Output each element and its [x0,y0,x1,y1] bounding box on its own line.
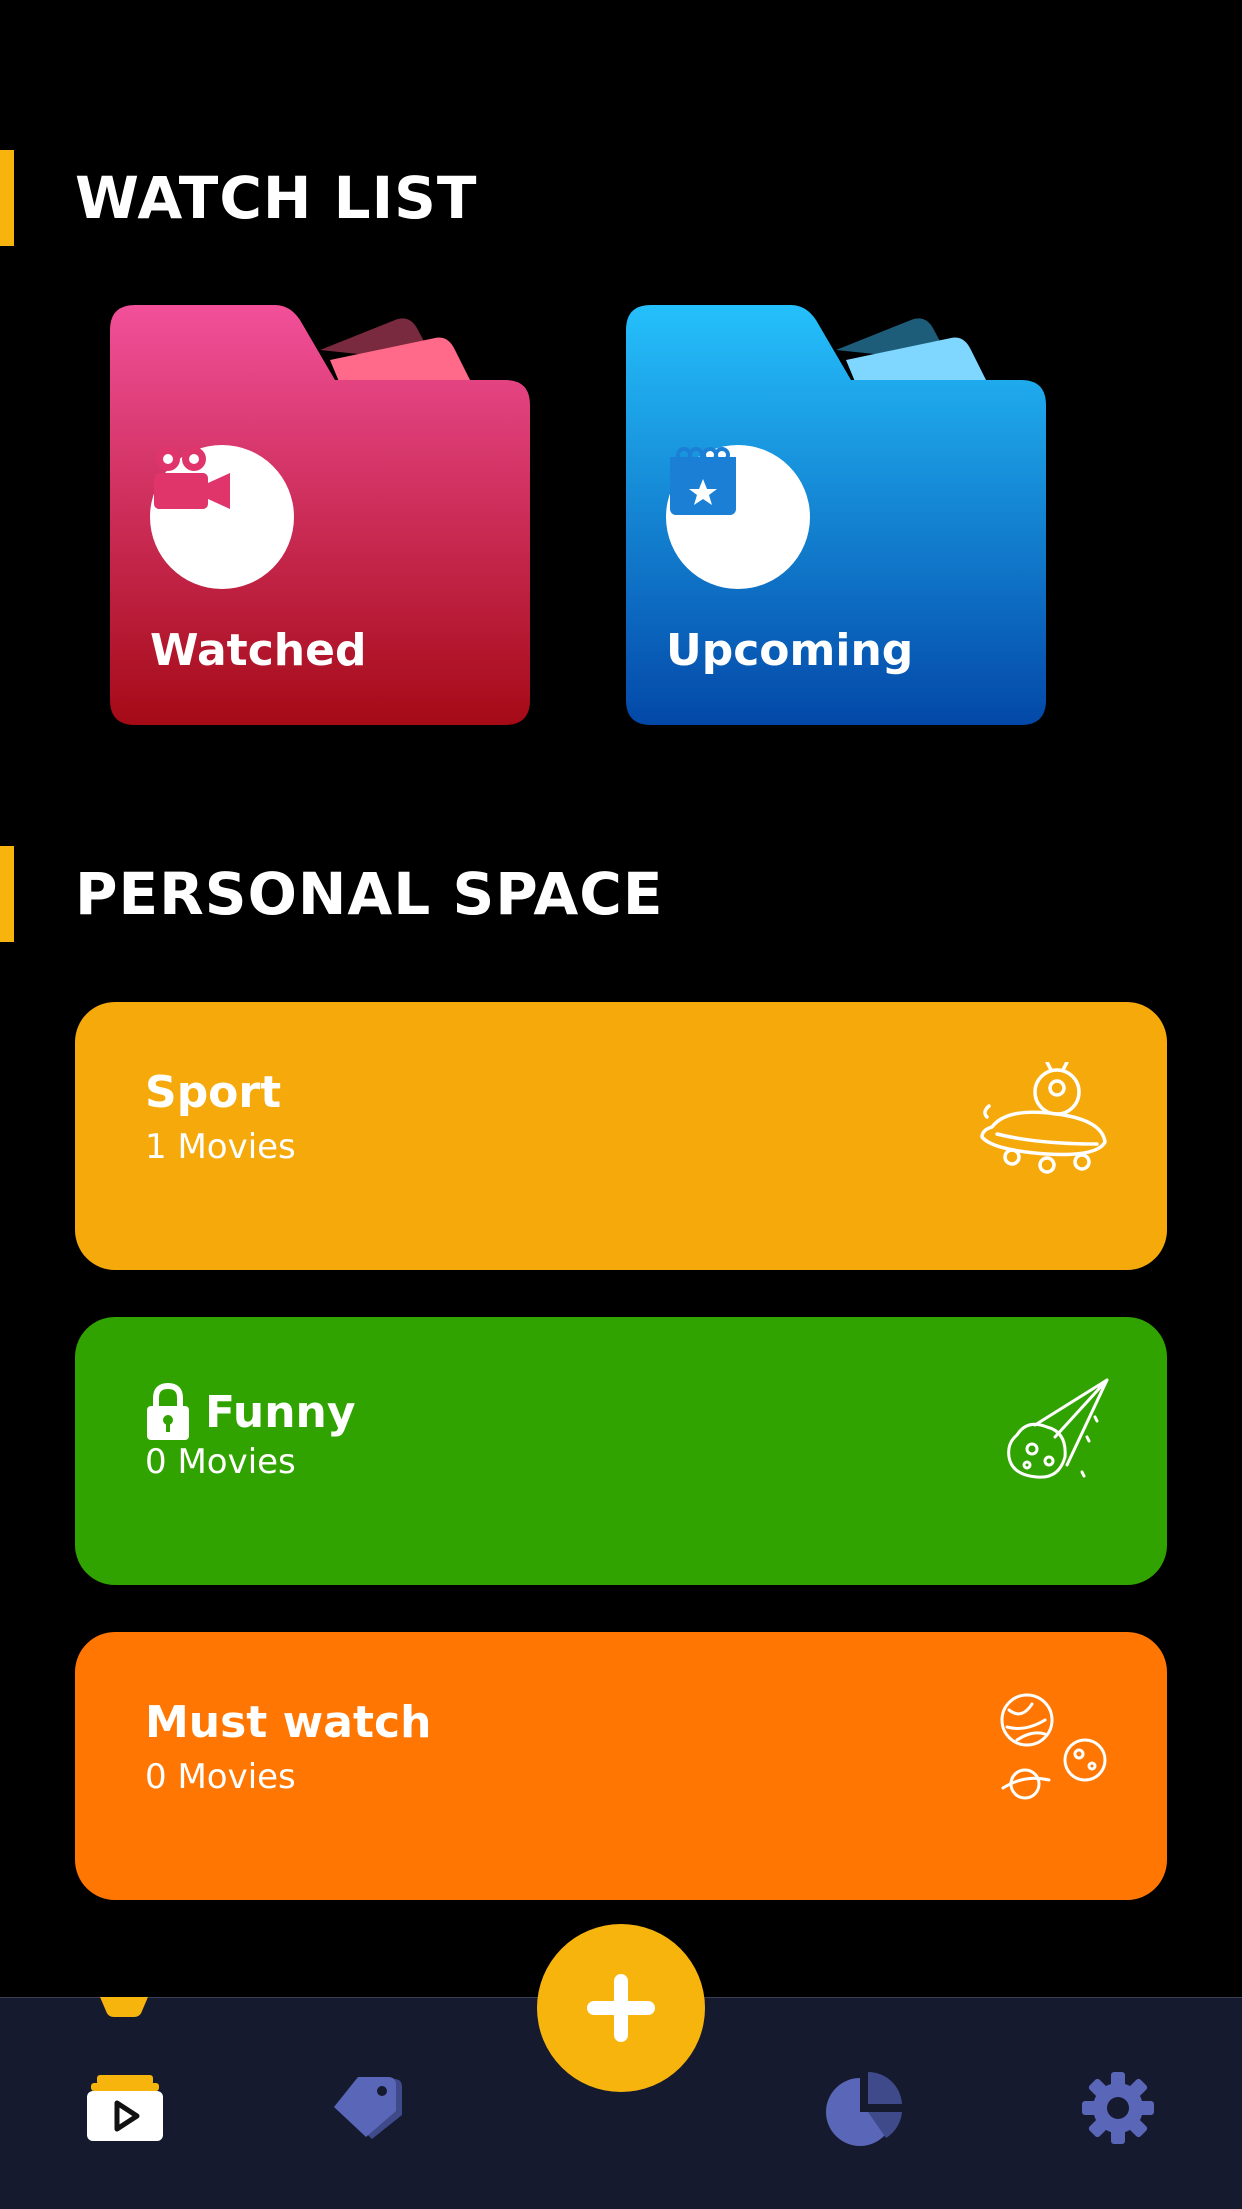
tab-stats[interactable] [826,2068,906,2148]
folder-label: Watched [150,625,367,676]
card-count: 1 Movies [145,1127,296,1167]
folder-label: Upcoming [666,625,914,676]
watched-folder[interactable]: Watched [105,300,535,730]
card-title: Must watch [145,1697,432,1748]
card-title: Sport [145,1067,282,1118]
tags-tab-icon [334,2077,402,2139]
ufo-icon [980,1062,1107,1174]
upcoming-folder[interactable]: Upcoming [621,300,1051,730]
card-count: 0 Movies [145,1757,296,1797]
personal-space-title: PERSONAL SPACE [75,860,664,928]
section-accent-bar [0,150,14,246]
plus-icon [587,1974,655,2042]
card-count: 0 Movies [145,1442,296,1482]
add-button[interactable] [537,1924,705,2092]
meteor-icon [1007,1378,1109,1479]
stats-tab-icon [826,2072,902,2146]
category-card-sport[interactable]: Sport 1 Movies [75,1002,1167,1270]
settings-tab-icon [1082,2072,1154,2144]
section-accent-bar [0,846,14,942]
calendar-star-icon [666,445,810,589]
tab-settings[interactable] [1078,2068,1158,2148]
watch-list-title: WATCH LIST [75,164,478,232]
active-tab-indicator [100,1997,148,2017]
card-title: Funny [205,1386,356,1438]
planets-icon [1000,1693,1107,1800]
lock-icon [147,1382,189,1440]
category-card-must-watch[interactable]: Must watch 0 Movies [75,1632,1167,1900]
video-camera-icon [150,445,294,589]
movies-tab-icon [87,2075,163,2141]
tab-tags[interactable] [330,2068,410,2148]
category-card-funny[interactable]: Funny 0 Movies [75,1317,1167,1585]
card-title-row: Funny [145,1382,356,1442]
tab-movies[interactable] [85,2068,165,2148]
